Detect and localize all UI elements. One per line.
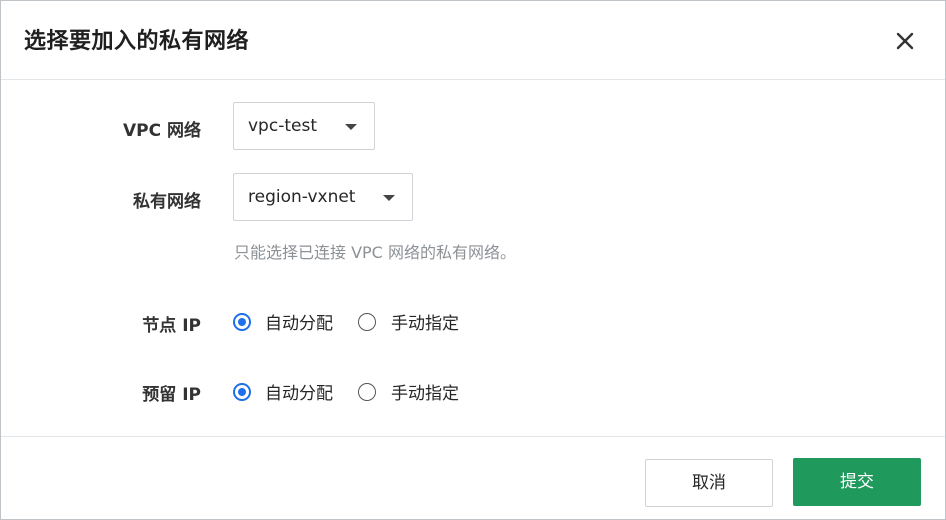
dialog-body: VPC 网络 vpc-test 私有网络 region-vxnet 只能选择已连… bbox=[1, 80, 945, 435]
reserved-ip-label: 预留 IP bbox=[142, 385, 201, 405]
reserved-ip-manual-radio[interactable] bbox=[358, 383, 376, 401]
vpc-select-value: vpc-test bbox=[248, 116, 317, 136]
reserved-ip-auto-radio[interactable] bbox=[233, 383, 251, 401]
dialog-header: 选择要加入的私有网络 bbox=[1, 1, 945, 80]
dialog-title: 选择要加入的私有网络 bbox=[24, 29, 250, 54]
close-icon bbox=[896, 32, 914, 50]
node-ip-manual-radio[interactable] bbox=[358, 313, 376, 331]
node-ip-label: 节点 IP bbox=[142, 316, 201, 336]
reserved-ip-manual-label[interactable]: 手动指定 bbox=[391, 379, 459, 404]
vpc-select[interactable]: vpc-test bbox=[233, 102, 375, 150]
node-ip-auto-label[interactable]: 自动分配 bbox=[265, 309, 333, 334]
dialog-footer: 取消 提交 bbox=[1, 436, 945, 520]
node-ip-manual-label[interactable]: 手动指定 bbox=[391, 309, 459, 334]
vxnet-label: 私有网络 bbox=[133, 192, 201, 212]
vxnet-hint: 只能选择已连接 VPC 网络的私有网络。 bbox=[234, 243, 516, 262]
chevron-down-icon bbox=[383, 195, 395, 201]
dialog: 选择要加入的私有网络 VPC 网络 vpc-test 私有网络 region-v… bbox=[0, 0, 946, 520]
reserved-ip-auto-label[interactable]: 自动分配 bbox=[265, 379, 333, 404]
vpc-label: VPC 网络 bbox=[122, 121, 201, 141]
close-button[interactable] bbox=[891, 27, 919, 55]
vxnet-select-value: region-vxnet bbox=[248, 187, 356, 207]
vxnet-select[interactable]: region-vxnet bbox=[233, 173, 413, 221]
cancel-button[interactable]: 取消 bbox=[645, 459, 773, 507]
submit-button[interactable]: 提交 bbox=[793, 458, 921, 506]
chevron-down-icon bbox=[345, 124, 357, 130]
node-ip-auto-radio[interactable] bbox=[233, 313, 251, 331]
